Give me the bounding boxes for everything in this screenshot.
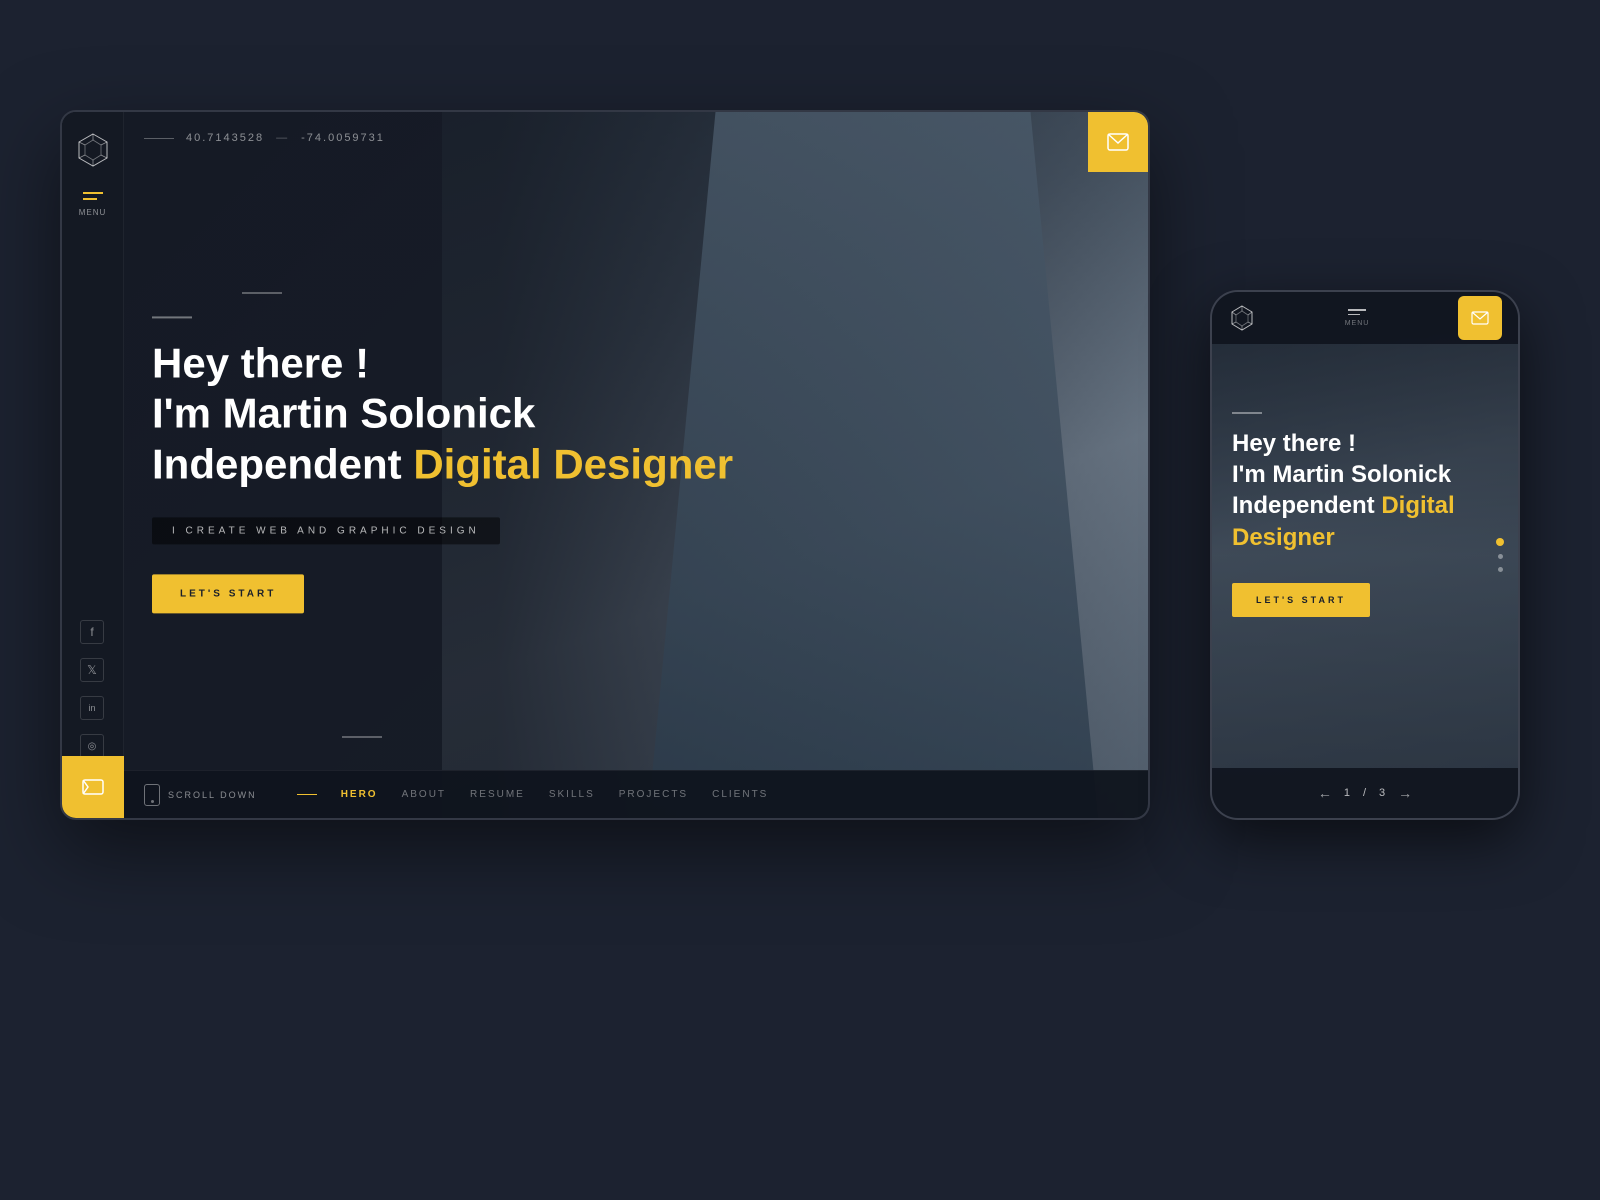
mobile-email-button[interactable] [1458, 296, 1502, 340]
coordinates: 40.7143528 — -74.0059731 [144, 132, 385, 144]
desktop-sidebar: MENU f 𝕏 in ◎ [62, 112, 124, 818]
pagination-next[interactable]: → [1398, 785, 1412, 801]
menu-label: MENU [79, 208, 107, 217]
phone-dot [151, 800, 154, 803]
nav-link-about[interactable]: ABOUT [402, 789, 446, 800]
mobile-dot-nav [1496, 538, 1504, 572]
nav-dash [297, 794, 317, 795]
pagination-current: 1 [1344, 787, 1351, 799]
hero-line1: Hey there ! [152, 338, 733, 388]
nav-dash-hero [297, 794, 317, 795]
mobile-line4: Designer [1232, 522, 1498, 553]
nav-link-skills[interactable]: SKILLS [549, 789, 595, 800]
mobile-line3-prefix: Independent [1232, 492, 1381, 519]
hero-line-bottom [342, 736, 382, 738]
hero-line3-highlight: Digital Designer [413, 440, 733, 487]
mobile-mockup: MENU Hey there ! I'm Martin Solonick Ind… [1210, 290, 1520, 820]
mobile-line3-highlight: Digital [1381, 492, 1454, 519]
mobile-dot-3[interactable] [1498, 567, 1503, 572]
cta-button[interactable]: LET'S START [152, 575, 304, 614]
mobile-cta-button[interactable]: LET'S START [1232, 583, 1370, 617]
nav-link-resume[interactable]: RESUME [470, 789, 525, 800]
hero-line3-prefix: Independent [152, 440, 413, 487]
mobile-line3: Independent Digital [1232, 490, 1498, 521]
mobile-hero-content: Hey there ! I'm Martin Solonick Independ… [1232, 412, 1498, 617]
mobile-pagination: ← 1 / 3 → [1212, 768, 1518, 818]
top-bar: 40.7143528 — -74.0059731 [124, 112, 1148, 164]
hero-line3: Independent Digital Designer [152, 439, 733, 489]
email-button[interactable] [1088, 112, 1148, 172]
hero-divider [152, 316, 192, 318]
hero-line2: I'm Martin Solonick [152, 389, 733, 439]
scroll-label: SCROLL DOWN [168, 790, 257, 800]
nav-links: HERO ABOUT RESUME SKILLS PROJECTS CLIENT… [297, 789, 769, 800]
twitter-icon[interactable]: 𝕏 [80, 658, 104, 682]
bottom-nav-bar: SCROLL DOWN HERO ABOUT RESUME SKILLS [124, 770, 1148, 818]
phone-icon [144, 784, 160, 806]
mobile-divider [1232, 412, 1262, 414]
mobile-menu-section[interactable]: MENU [1345, 309, 1370, 327]
mobile-dot-active[interactable] [1496, 538, 1504, 546]
instagram-icon[interactable]: ◎ [80, 734, 104, 758]
coord-divider-left [144, 138, 174, 139]
nav-link-projects[interactable]: PROJECTS [619, 789, 688, 800]
hamburger-icon[interactable] [83, 192, 103, 200]
facebook-icon[interactable]: f [80, 620, 104, 644]
hero-subtitle: I CREATE WEB AND GRAPHIC DESIGN [152, 518, 500, 545]
hero-content: Hey there ! I'm Martin Solonick Independ… [152, 316, 733, 613]
coord-lat: 40.7143528 [186, 132, 264, 144]
pagination-total: 3 [1379, 787, 1386, 799]
bottom-expand-button[interactable] [62, 756, 124, 818]
mobile-logo [1228, 304, 1256, 332]
mobile-menu-label: MENU [1345, 320, 1370, 327]
pagination-separator: / [1363, 787, 1367, 799]
hero-line-top [242, 292, 282, 294]
social-icons: f 𝕏 in ◎ [80, 620, 104, 758]
nav-link-clients[interactable]: CLIENTS [712, 789, 768, 800]
pagination-prev[interactable]: ← [1318, 785, 1332, 801]
mobile-line2: I'm Martin Solonick [1232, 459, 1498, 490]
coord-separator: — [276, 132, 289, 144]
mobile-title: Hey there ! I'm Martin Solonick Independ… [1232, 428, 1498, 553]
scroll-down: SCROLL DOWN [144, 784, 257, 806]
desktop-mockup: MENU f 𝕏 in ◎ 40.7143528 — -74.0059731 [60, 110, 1150, 820]
coord-lon: -74.0059731 [301, 132, 385, 144]
sidebar-menu-section[interactable]: MENU [79, 192, 107, 217]
sidebar-logo[interactable] [75, 132, 111, 168]
mobile-hamburger-icon[interactable] [1348, 309, 1366, 318]
mobile-line1: Hey there ! [1232, 428, 1498, 459]
linkedin-icon[interactable]: in [80, 696, 104, 720]
mobile-top-bar: MENU [1212, 292, 1518, 344]
hero-title: Hey there ! I'm Martin Solonick Independ… [152, 338, 733, 489]
mobile-dot-2[interactable] [1498, 554, 1503, 559]
nav-link-hero[interactable]: HERO [341, 789, 378, 800]
